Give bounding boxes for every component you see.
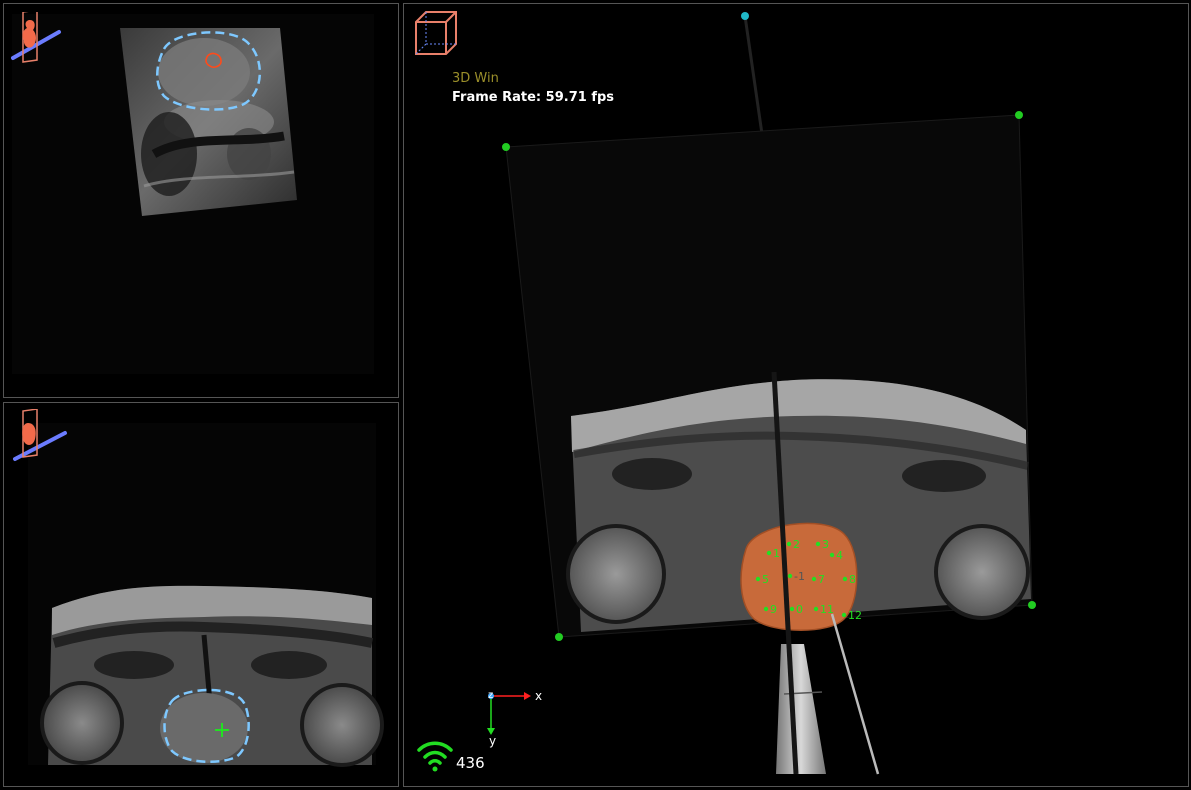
target-point-label: 2 [793, 538, 800, 551]
target-point-dot[interactable] [755, 576, 761, 582]
frame-rate-value: 59.71 fps [545, 90, 615, 105]
target-point-label: 1 [773, 547, 780, 560]
frame-rate-label: Frame Rate: [452, 90, 542, 105]
ultrasound-probe [776, 644, 826, 774]
target-point-dot[interactable] [815, 541, 821, 547]
target-point-label: 5 [762, 573, 769, 586]
target-point-label: 4 [836, 549, 843, 562]
sagittal-plane-edge [743, 15, 764, 135]
3d-scene-canvas[interactable]: 12 345 -1 7 89 0 11 12 x y z [404, 4, 1189, 787]
3d-window-title: 3D Win [452, 71, 499, 86]
target-point-dot[interactable] [841, 612, 847, 618]
target-point-label: 12 [848, 609, 862, 622]
target-point-label: 7 [818, 573, 825, 586]
target-point-dot[interactable] [766, 550, 772, 556]
plane-corner-handle[interactable] [1028, 601, 1036, 609]
target-point-dot[interactable] [829, 552, 835, 558]
target-point-dot[interactable] [786, 541, 792, 547]
target-point-label: 11 [820, 603, 834, 616]
signal-count: 436 [456, 754, 485, 772]
target-point-label: 9 [770, 603, 777, 616]
axis-x-label: x [535, 689, 542, 703]
target-point-label: -1 [794, 570, 805, 583]
3d-cube-icon [415, 11, 457, 55]
target-point-label: 8 [849, 573, 856, 586]
axial-view-panel[interactable] [3, 402, 399, 787]
plane-corner-handle[interactable] [502, 143, 510, 151]
sagittal-orientation-icon [11, 12, 61, 63]
axis-y-label: y [489, 734, 496, 748]
target-point-dot[interactable] [787, 573, 793, 579]
axial-orientation-icon [13, 409, 67, 461]
sagittal-view-panel[interactable] [3, 3, 399, 398]
target-point-label: 3 [822, 538, 829, 551]
axis-z-label: z [488, 690, 493, 701]
plane-handle[interactable] [741, 12, 749, 20]
target-point-dot[interactable] [842, 576, 848, 582]
axis-gizmo: x y z [487, 689, 542, 748]
target-point-dot[interactable] [789, 606, 795, 612]
biopsy-needle [830, 613, 880, 775]
wifi-signal-icon [417, 741, 453, 772]
3d-view-panel[interactable]: 1 2 3 4 5 -1 7 8 9 0 11 12 x y z 3D Win Frame Rate:… [403, 3, 1189, 787]
target-point-dot[interactable] [811, 576, 817, 582]
target-point-dot[interactable] [813, 606, 819, 612]
plane-corner-handle[interactable] [1015, 111, 1023, 119]
target-point-dot[interactable] [763, 606, 769, 612]
target-point-label: 0 [796, 603, 803, 616]
frame-rate-readout: Frame Rate: 59.71 fps [452, 90, 614, 105]
plane-corner-handle[interactable] [555, 633, 563, 641]
